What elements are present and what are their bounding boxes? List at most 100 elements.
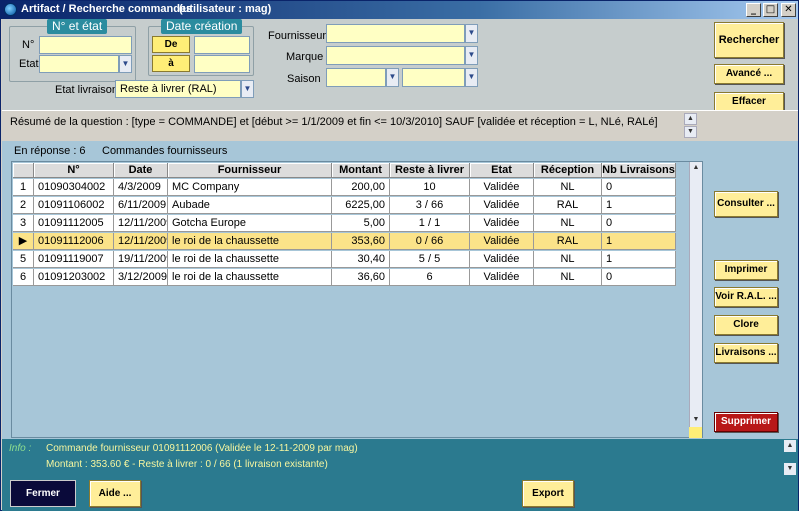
voir-ral-button[interactable]: Voir R.A.L. ...: [714, 287, 778, 307]
col-header-reste[interactable]: Reste à livrer: [390, 163, 470, 178]
query-summary-text: Résumé de la question : [type = COMMANDE…: [10, 116, 658, 128]
summary-scroll-up-icon[interactable]: ▲: [684, 113, 697, 125]
marque-label: Marque: [286, 51, 324, 63]
cell-date: 3/12/2009: [114, 269, 168, 286]
cell-montant: 6225,00: [332, 197, 390, 214]
export-button[interactable]: Export: [522, 480, 574, 507]
maximize-button[interactable]: □: [763, 3, 778, 17]
cell-num: 01091119007: [34, 251, 114, 268]
minimize-button[interactable]: _: [746, 3, 761, 17]
cell-montant: 353,60: [332, 233, 390, 250]
saison-field-2[interactable]: [402, 68, 465, 87]
results-title: Commandes fournisseurs: [102, 145, 228, 157]
info-label: Info :: [9, 443, 32, 454]
cell-nb-livraisons: 0: [602, 179, 676, 196]
cell-num: 01091203002: [34, 269, 114, 286]
cell-reste: 0 / 66: [390, 233, 470, 250]
summary-scroll-down-icon[interactable]: ▼: [684, 126, 697, 138]
col-header-date[interactable]: Date: [114, 163, 168, 178]
table-scroll-up-icon[interactable]: ▲: [690, 162, 702, 174]
etat-label: Etat: [19, 58, 39, 70]
col-header-montant[interactable]: Montant: [332, 163, 390, 178]
window-title: Artifact / Recherche commandes: [21, 3, 193, 15]
results-count: En réponse : 6: [14, 145, 86, 157]
cell-montant: 5,00: [332, 215, 390, 232]
cell-montant: 200,00: [332, 179, 390, 196]
saison-dropdown-1-icon[interactable]: ▼: [386, 68, 399, 87]
cell-date: 19/11/2009: [114, 251, 168, 268]
cell-etat: Validée: [470, 197, 534, 214]
app-icon: [4, 3, 17, 16]
col-header-indicator[interactable]: [13, 163, 34, 178]
num-etat-group-title: N° et état: [47, 19, 108, 34]
info-scroll-down-icon[interactable]: ▼: [784, 463, 796, 475]
row-pointer-icon: ▶: [13, 233, 34, 250]
cell-reste: 5 / 5: [390, 251, 470, 268]
cell-date: 12/11/2009: [114, 215, 168, 232]
window-user: (utilisateur : mag): [179, 3, 272, 15]
saison-label: Saison: [287, 73, 321, 85]
table-corner: [689, 427, 702, 438]
col-header-num[interactable]: N°: [34, 163, 114, 178]
supprimer-button[interactable]: Supprimer: [714, 412, 778, 432]
etat-livraison-dropdown-icon[interactable]: ▼: [241, 80, 254, 98]
cell-nb-livraisons: 0: [602, 215, 676, 232]
app-window: Artifact / Recherche commandes (utilisat…: [0, 0, 799, 511]
row-index: 3: [13, 215, 34, 232]
col-header-etat[interactable]: Etat: [470, 163, 534, 178]
aide-button[interactable]: Aide ...: [89, 480, 141, 507]
cell-reste: 1 / 1: [390, 215, 470, 232]
info-line-2: Montant : 353.60 € - Reste à livrer : 0 …: [46, 459, 328, 470]
marque-field[interactable]: [326, 46, 465, 65]
cell-montant: 36,60: [332, 269, 390, 286]
num-etat-group: [9, 26, 136, 82]
etat-livraison-select[interactable]: Reste à livrer (RAL): [115, 80, 241, 98]
marque-dropdown-icon[interactable]: ▼: [465, 46, 478, 65]
info-scroll-up-icon[interactable]: ▲: [784, 440, 796, 452]
cell-nb-livraisons: 1: [602, 251, 676, 268]
cell-reception: NL: [534, 269, 602, 286]
table-scroll-down-icon[interactable]: ▼: [690, 414, 702, 426]
fournisseur-field[interactable]: [326, 24, 465, 43]
date-from-button[interactable]: De: [152, 36, 190, 53]
clore-button[interactable]: Clore: [714, 315, 778, 335]
etat-livraison-label: Etat livraison: [55, 84, 118, 96]
saison-dropdown-2-icon[interactable]: ▼: [465, 68, 478, 87]
date-to-field[interactable]: [194, 55, 250, 73]
footer-bar: Fermer Aide ... Export: [2, 477, 798, 511]
consulter-button[interactable]: Consulter ...: [714, 191, 778, 217]
table-scrollbar[interactable]: ▲ ▼: [689, 162, 702, 437]
cell-etat: Validée: [470, 215, 534, 232]
num-field[interactable]: [39, 36, 132, 54]
title-bar[interactable]: Artifact / Recherche commandes (utilisat…: [1, 1, 798, 19]
etat-select[interactable]: [39, 55, 119, 73]
cell-date: 4/3/2009: [114, 179, 168, 196]
avance-button[interactable]: Avancé ...: [714, 64, 784, 84]
date-to-button[interactable]: à: [152, 55, 190, 72]
cell-etat: Validée: [470, 269, 534, 286]
cell-etat: Validée: [470, 251, 534, 268]
cell-fournisseur: Gotcha Europe: [168, 215, 332, 232]
close-button[interactable]: ✕: [781, 3, 796, 17]
cell-fournisseur: le roi de la chaussette: [168, 269, 332, 286]
effacer-button[interactable]: Effacer: [714, 92, 784, 112]
cell-fournisseur: MC Company: [168, 179, 332, 196]
cell-fournisseur: le roi de la chaussette: [168, 251, 332, 268]
rechercher-button[interactable]: Rechercher: [714, 22, 784, 58]
date-from-field[interactable]: [194, 36, 250, 54]
col-header-reception[interactable]: Réception: [534, 163, 602, 178]
imprimer-button[interactable]: Imprimer: [714, 260, 778, 280]
saison-field-1[interactable]: [326, 68, 386, 87]
cell-reste: 3 / 66: [390, 197, 470, 214]
livraisons-button[interactable]: Livraisons ...: [714, 343, 778, 363]
row-index: 2: [13, 197, 34, 214]
cell-num: 01090304002: [34, 179, 114, 196]
col-header-fournisseur[interactable]: Fournisseur: [168, 163, 332, 178]
query-summary: Résumé de la question : [type = COMMANDE…: [2, 110, 798, 140]
etat-dropdown-icon[interactable]: ▼: [119, 55, 132, 73]
cell-reception: RAL: [534, 197, 602, 214]
num-label: N°: [22, 39, 35, 51]
fermer-button[interactable]: Fermer: [10, 480, 76, 507]
fournisseur-dropdown-icon[interactable]: ▼: [465, 24, 478, 43]
col-header-nb-livraisons[interactable]: Nb Livraisons: [602, 163, 676, 178]
